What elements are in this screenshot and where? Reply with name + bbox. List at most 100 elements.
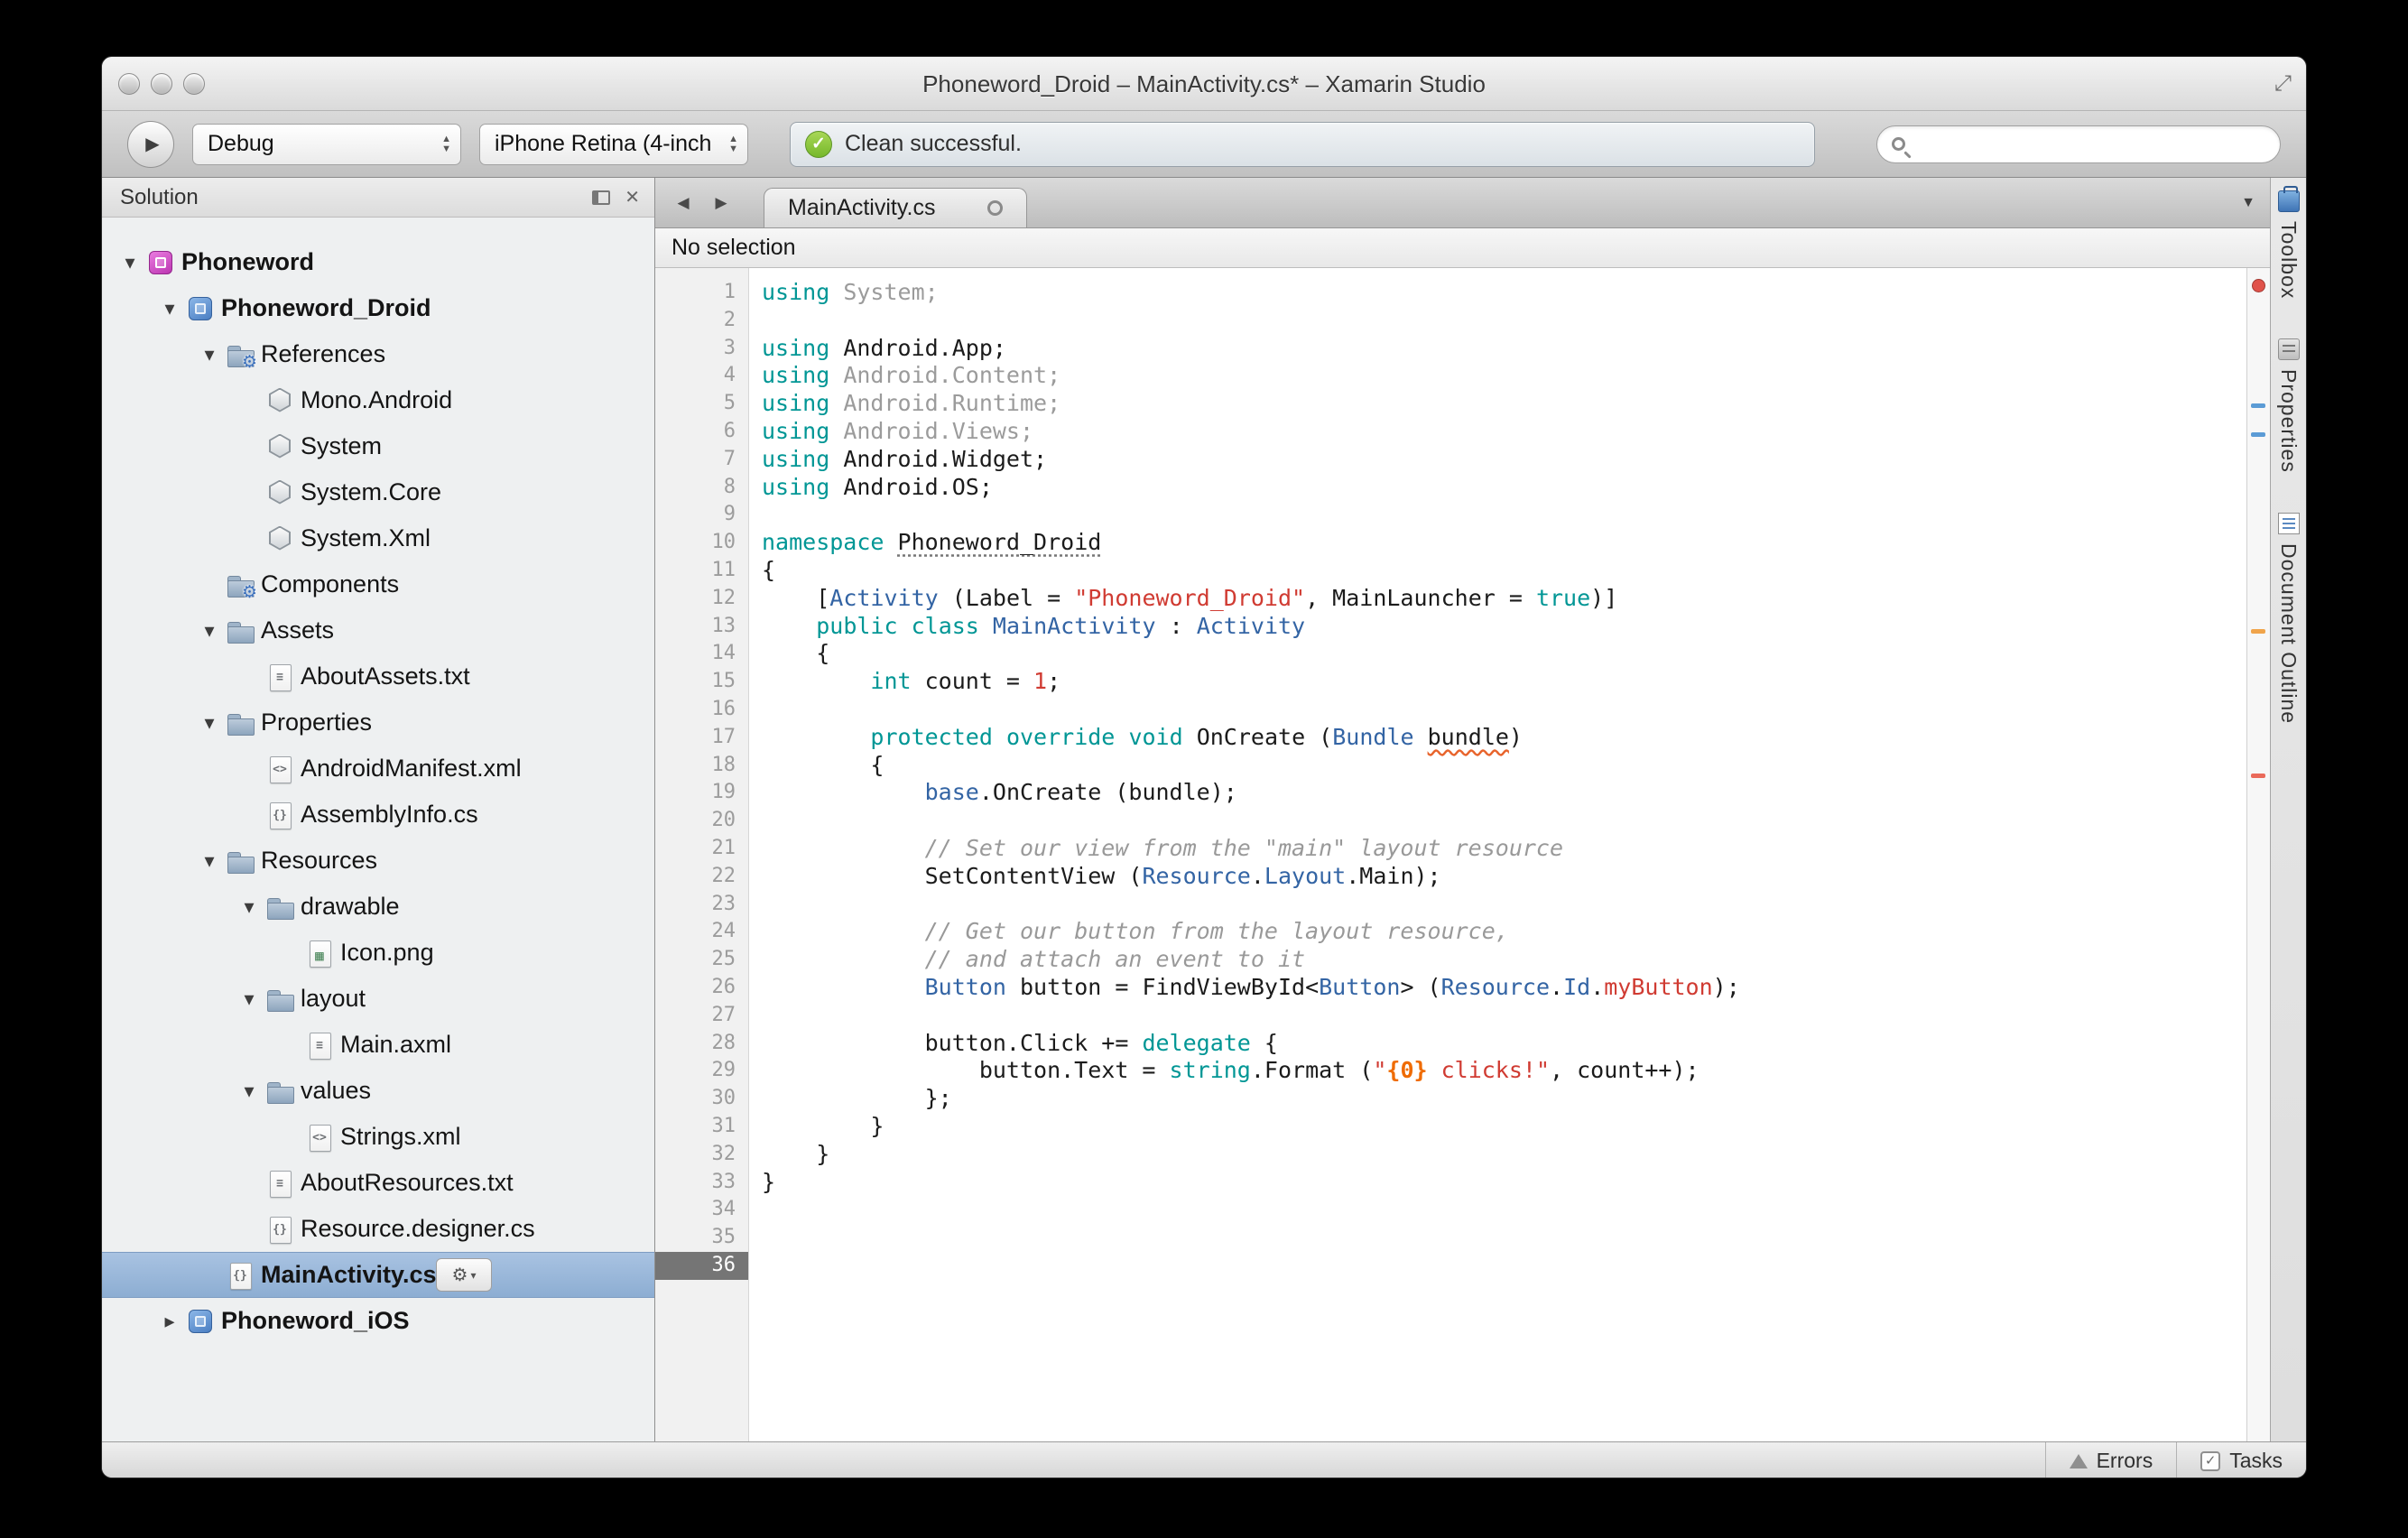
code-line[interactable]: button.Text = string.Format ("{0} clicks… — [749, 1057, 2246, 1085]
item-options-button[interactable]: ⚙ ▾ — [436, 1258, 492, 1292]
task-marker[interactable] — [2251, 403, 2265, 408]
line-number[interactable]: 31 — [655, 1113, 748, 1141]
line-number[interactable]: 16 — [655, 696, 748, 724]
line-number[interactable]: 11 — [655, 557, 748, 585]
line-number[interactable]: 26 — [655, 974, 748, 1002]
code-line[interactable]: // Set our view from the "main" layout r… — [749, 835, 2246, 863]
line-number[interactable]: 25 — [655, 946, 748, 974]
tree-item-system[interactable]: System — [102, 423, 654, 469]
line-number[interactable]: 32 — [655, 1141, 748, 1169]
code-line[interactable]: button.Click += delegate { — [749, 1030, 2246, 1058]
code-line[interactable]: using Android.OS; — [749, 474, 2246, 502]
line-number[interactable]: 14 — [655, 640, 748, 668]
line-number[interactable]: 12 — [655, 585, 748, 613]
disclosure-closed-icon[interactable]: ▸ — [154, 1310, 185, 1333]
side-tab-toolbox[interactable]: Toolbox — [2276, 186, 2301, 299]
code-line[interactable]: using Android.Widget; — [749, 446, 2246, 474]
code-editor[interactable]: 1 2 3 4 5 6 7 8 9 10 11 12 13 14 15 16 17 18 19 20 21 22 23 24 2… — [655, 268, 2270, 1441]
line-number[interactable]: 8 — [655, 474, 748, 502]
tree-item-aboutresources-txt[interactable]: ≡ AboutResources.txt — [102, 1160, 654, 1206]
line-number[interactable]: 29 — [655, 1057, 748, 1085]
tree-item-phoneword[interactable]: ▾ Phoneword — [102, 239, 654, 285]
disclosure-open-icon[interactable]: ▾ — [154, 297, 185, 320]
annotation-strip[interactable] — [2246, 268, 2270, 1441]
disclosure-open-icon[interactable]: ▾ — [194, 711, 225, 735]
code-line[interactable]: { — [749, 640, 2246, 668]
task-marker[interactable] — [2251, 432, 2265, 437]
navigate-forward-button[interactable]: ▶ — [702, 178, 740, 227]
code-line[interactable] — [749, 1252, 2246, 1280]
code-line[interactable] — [749, 891, 2246, 919]
code-line[interactable]: { — [749, 557, 2246, 585]
code-line[interactable]: int count = 1; — [749, 668, 2246, 696]
tree-item-strings-xml[interactable]: <> Strings.xml — [102, 1114, 654, 1160]
tree-item-mainactivity-cs[interactable]: {} MainActivity.cs ⚙ ▾ — [102, 1252, 654, 1298]
code-line[interactable]: } — [749, 1113, 2246, 1141]
code-line[interactable]: using Android.Content; — [749, 362, 2246, 390]
line-number[interactable]: 17 — [655, 724, 748, 752]
tab-modified-icon[interactable] — [987, 200, 1004, 216]
line-number[interactable]: 9 — [655, 501, 748, 529]
disclosure-open-icon[interactable]: ▾ — [115, 251, 145, 274]
configuration-selector[interactable]: Debug ▲ ▼ — [192, 123, 461, 165]
tree-item-values[interactable]: ▾ values — [102, 1068, 654, 1114]
code-line[interactable]: { — [749, 752, 2246, 780]
code-line[interactable] — [749, 1002, 2246, 1030]
line-number[interactable]: 23 — [655, 891, 748, 919]
tree-item-drawable[interactable]: ▾ drawable — [102, 884, 654, 930]
line-number[interactable]: 21 — [655, 835, 748, 863]
code-line[interactable]: // and attach an event to it — [749, 946, 2246, 974]
code-line[interactable]: using Android.Runtime; — [749, 390, 2246, 418]
code-line[interactable]: protected override void OnCreate (Bundle… — [749, 724, 2246, 752]
line-number[interactable]: 15 — [655, 668, 748, 696]
line-number[interactable]: 22 — [655, 863, 748, 891]
code-line[interactable]: [Activity (Label = "Phoneword_Droid", Ma… — [749, 585, 2246, 613]
tree-item-system-xml[interactable]: System.Xml — [102, 515, 654, 561]
code-line[interactable] — [749, 696, 2246, 724]
line-number[interactable]: 1 — [655, 279, 748, 307]
disclosure-open-icon[interactable]: ▾ — [234, 895, 264, 919]
line-number[interactable]: 30 — [655, 1085, 748, 1113]
disclosure-open-icon[interactable]: ▾ — [194, 849, 225, 873]
tab-list-dropdown-icon[interactable]: ▼ — [2241, 195, 2255, 211]
line-number[interactable]: 5 — [655, 390, 748, 418]
line-number[interactable]: 7 — [655, 446, 748, 474]
code-line[interactable]: namespace Phoneword_Droid — [749, 529, 2246, 557]
tree-item-assets[interactable]: ▾ Assets — [102, 607, 654, 653]
code-line[interactable]: SetContentView (Resource.Layout.Main); — [749, 863, 2246, 891]
tree-item-resource-designer-cs[interactable]: {} Resource.designer.cs — [102, 1206, 654, 1252]
code-line[interactable] — [749, 807, 2246, 835]
code-line[interactable] — [749, 307, 2246, 335]
line-number[interactable]: 10 — [655, 529, 748, 557]
tree-item-assemblyinfo-cs[interactable]: {} AssemblyInfo.cs — [102, 792, 654, 838]
line-number[interactable]: 36 — [655, 1251, 748, 1280]
fullscreen-icon[interactable]: ⤢ — [2274, 57, 2292, 111]
code-line[interactable]: } — [749, 1169, 2246, 1197]
disclosure-open-icon[interactable]: ▾ — [234, 987, 264, 1011]
disclosure-open-icon[interactable]: ▾ — [194, 343, 225, 366]
tree-item-androidmanifest-xml[interactable]: <> AndroidManifest.xml — [102, 746, 654, 792]
code-line[interactable]: using Android.App; — [749, 335, 2246, 363]
tree-item-phoneword-droid[interactable]: ▾ Phoneword_Droid — [102, 285, 654, 331]
close-pad-icon[interactable]: ✕ — [625, 186, 640, 208]
device-selector[interactable]: iPhone Retina (4-inch ▲ ▼ — [479, 123, 748, 165]
tree-item-phoneword-ios[interactable]: ▸ Phoneword_iOS — [102, 1298, 654, 1344]
tab-mainactivity[interactable]: MainActivity.cs — [764, 188, 1028, 227]
navigate-back-button[interactable]: ◀ — [664, 178, 702, 227]
side-tab-document-outline[interactable]: Document Outline — [2276, 513, 2301, 724]
code-line[interactable] — [749, 1196, 2246, 1224]
run-button[interactable]: ▶ — [127, 120, 174, 168]
errors-pad-button[interactable]: Errors — [2044, 1442, 2177, 1478]
tree-item-system-core[interactable]: System.Core — [102, 469, 654, 515]
code-line[interactable]: base.OnCreate (bundle); — [749, 779, 2246, 807]
task-marker[interactable] — [2251, 774, 2265, 778]
code-line[interactable]: } — [749, 1141, 2246, 1169]
line-number[interactable]: 13 — [655, 613, 748, 641]
title-bar[interactable]: Phoneword_Droid – MainActivity.cs* – Xam… — [102, 57, 2306, 111]
code-lines[interactable]: using System; using Android.App; using And… — [749, 268, 2246, 1441]
tree-item-resources[interactable]: ▾ Resources — [102, 838, 654, 884]
line-number[interactable]: 20 — [655, 807, 748, 835]
line-number[interactable]: 2 — [655, 307, 748, 335]
code-line[interactable]: }; — [749, 1085, 2246, 1113]
tree-item-icon-png[interactable]: ▦ Icon.png — [102, 930, 654, 976]
